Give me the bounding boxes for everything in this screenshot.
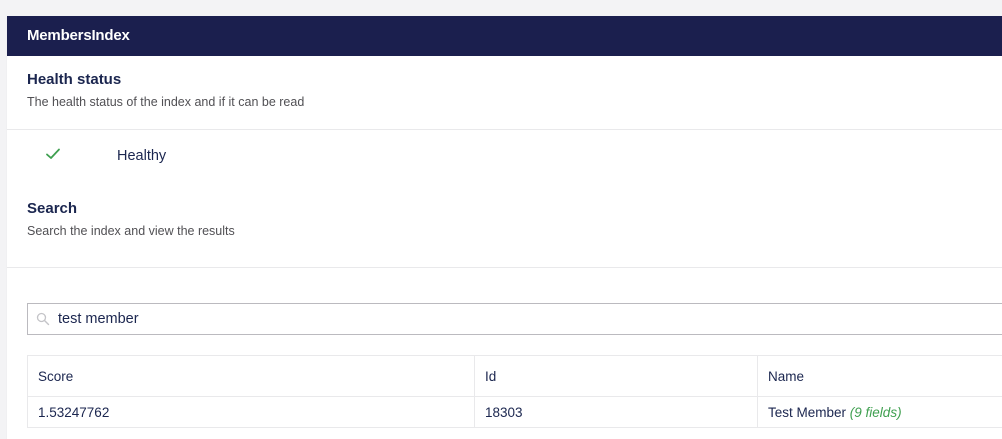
search-input[interactable]	[58, 304, 998, 334]
health-status-description: The health status of the index and if it…	[27, 95, 305, 109]
column-header-id[interactable]: Id	[474, 355, 758, 397]
member-name: Test Member	[768, 404, 847, 420]
column-header-score[interactable]: Score	[27, 355, 475, 397]
results-table: Score Id Name 1.53247762 18303 Test Memb…	[27, 355, 1002, 428]
search-section: Search Search the index and view the res…	[7, 185, 1002, 268]
score-cell: 1.53247762	[27, 396, 475, 428]
column-header-name[interactable]: Name	[757, 355, 1002, 397]
id-cell: 18303	[474, 396, 758, 428]
health-status-section: Health status The health status of the i…	[7, 56, 1002, 130]
search-icon	[36, 312, 50, 326]
health-status-label: Healthy	[117, 148, 167, 164]
search-box[interactable]	[27, 303, 1002, 335]
search-title: Search	[27, 200, 78, 217]
index-panel: MembersIndex Health status The health st…	[7, 16, 1002, 439]
search-description: Search the index and view the results	[27, 224, 235, 238]
fields-link[interactable]: (9 fields)	[850, 405, 902, 420]
health-status-title: Health status	[27, 71, 122, 88]
health-status-row: Healthy	[7, 130, 1002, 185]
name-cell: Test Member (9 fields)	[757, 396, 1002, 428]
panel-title: MembersIndex	[7, 16, 1002, 56]
check-icon	[45, 147, 61, 161]
table-row: 1.53247762 18303 Test Member (9 fields)	[27, 396, 1002, 428]
results-header-row: Score Id Name	[27, 355, 1002, 397]
